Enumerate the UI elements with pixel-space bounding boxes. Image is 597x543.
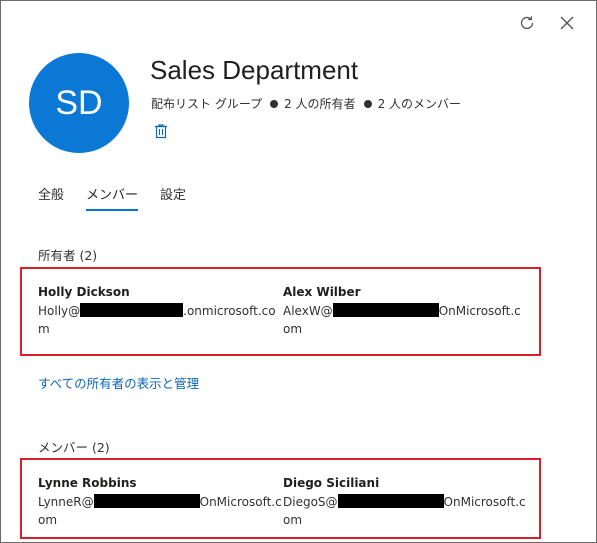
owner-alex[interactable]: Alex Wilber AlexW@ OnMicrosoft.com [283, 283, 528, 354]
delete-icon[interactable] [152, 122, 170, 140]
group-type: 配布リスト グループ [151, 97, 263, 111]
person-email: Holly@ .onmicrosoft.com [38, 303, 276, 336]
person-name: Lynne Robbins [38, 476, 137, 490]
redaction-block [93, 494, 200, 508]
redaction-block [337, 494, 444, 508]
members-count: 2 人のメンバー [377, 97, 462, 111]
bullet-icon [363, 99, 372, 108]
bullet-icon [270, 99, 279, 108]
tab-bar: 全般 メンバー 設定 [38, 184, 186, 211]
view-manage-owners-link[interactable]: すべての所有者の表示と管理 [38, 373, 199, 392]
tab-members[interactable]: メンバー [86, 184, 139, 211]
person-name: Alex Wilber [283, 285, 361, 299]
refresh-icon[interactable] [516, 12, 538, 34]
person-email: LynneR@ OnMicrosoft.com [38, 494, 282, 527]
person-name: Holly Dickson [38, 285, 130, 299]
avatar-initials: SD [55, 83, 103, 122]
tab-settings[interactable]: 設定 [160, 184, 186, 211]
members-section-label: メンバー (2) [38, 440, 110, 455]
person-email: DiegoS@ OnMicrosoft.com [283, 494, 526, 527]
redaction-block [332, 303, 439, 317]
group-name: Sales Department [150, 55, 359, 85]
members-card: Lynne Robbins LynneR@ OnMicrosoft.com Die… [20, 458, 541, 539]
person-email: AlexW@ OnMicrosoft.com [283, 303, 521, 336]
owners-card: Holly Dickson Holly@ .onmicrosoft.com Ale… [20, 267, 541, 356]
owners-section-label: 所有者 (2) [38, 248, 98, 263]
tab-general[interactable]: 全般 [38, 184, 64, 211]
redaction-block [80, 303, 184, 317]
avatar: SD [29, 53, 129, 153]
group-meta: 配布リスト グループ 2 人の所有者 2 人のメンバー [151, 95, 461, 112]
panel-actions [516, 12, 578, 34]
member-lynne[interactable]: Lynne Robbins LynneR@ OnMicrosoft.com [38, 474, 283, 537]
person-name: Diego Siciliani [283, 476, 380, 490]
group-details-panel: SD Sales Department 配布リスト グループ 2 人の所有者 2… [0, 0, 597, 543]
member-diego[interactable]: Diego Siciliani DiegoS@ OnMicrosoft.com [283, 474, 528, 537]
close-icon[interactable] [556, 12, 578, 34]
owner-holly[interactable]: Holly Dickson Holly@ .onmicrosoft.com [38, 283, 283, 354]
owners-count: 2 人の所有者 [284, 97, 356, 111]
